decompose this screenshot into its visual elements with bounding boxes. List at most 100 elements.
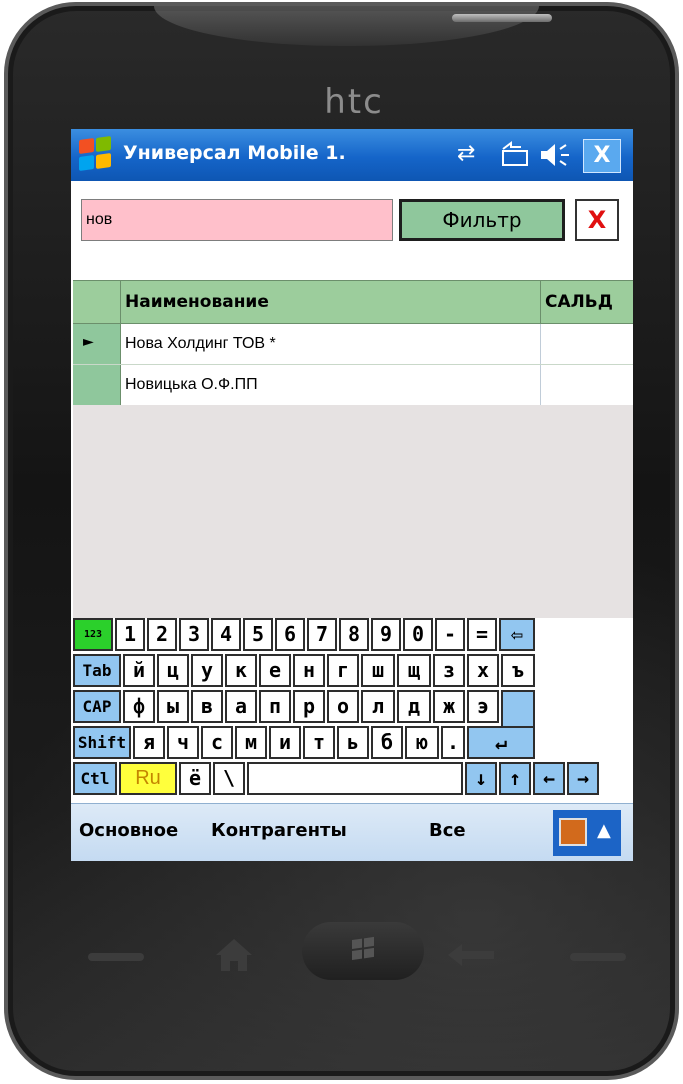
key-letter[interactable]: к xyxy=(225,654,257,687)
menu-item-kontragenty[interactable]: Контрагенты xyxy=(211,820,347,841)
row-selector[interactable] xyxy=(73,365,121,405)
key-caps-lock[interactable]: CAP xyxy=(73,690,121,723)
earpiece-slot xyxy=(452,14,552,22)
key-letter[interactable]: о xyxy=(327,690,359,723)
filter-button[interactable]: Фильтр xyxy=(399,199,565,241)
column-header-name[interactable]: Наименование xyxy=(121,281,541,323)
row-name-cell[interactable]: Новицька О.Ф.ПП xyxy=(121,365,541,405)
key-letter[interactable]: ы xyxy=(157,690,189,723)
windows-flag-icon xyxy=(352,936,374,960)
key-6[interactable]: 6 xyxy=(275,618,305,651)
key-shift[interactable]: Shift xyxy=(73,726,131,759)
menu-item-vse[interactable]: Все xyxy=(429,820,466,841)
key-period[interactable]: . xyxy=(441,726,465,759)
menu-bar: Основное Контрагенты Все ▲ xyxy=(71,803,633,861)
sync-icon[interactable] xyxy=(499,141,533,169)
back-button-icon[interactable] xyxy=(446,940,496,970)
key-letter[interactable]: э xyxy=(467,690,499,723)
input-panel-button[interactable]: ▲ xyxy=(553,810,621,856)
key-7[interactable]: 7 xyxy=(307,618,337,651)
key-language[interactable]: Ru xyxy=(119,762,177,795)
key-backslash[interactable]: \ xyxy=(213,762,245,795)
key-letter[interactable]: ъ xyxy=(501,654,535,687)
key-5[interactable]: 5 xyxy=(243,618,273,651)
keyboard-row-2: Tab й ц у к е н г ш щ з х ъ xyxy=(71,654,633,689)
connectivity-icon[interactable]: ⇄ xyxy=(457,139,475,169)
key-letter[interactable]: ж xyxy=(433,690,465,723)
key-arrow-left[interactable]: ← xyxy=(533,762,565,795)
key-space[interactable] xyxy=(247,762,463,795)
key-8[interactable]: 8 xyxy=(339,618,369,651)
key-9[interactable]: 9 xyxy=(371,618,401,651)
key-equals[interactable]: = xyxy=(467,618,497,651)
key-letter[interactable]: й xyxy=(123,654,155,687)
key-letter[interactable]: г xyxy=(327,654,359,687)
key-3[interactable]: 3 xyxy=(179,618,209,651)
key-letter[interactable]: щ xyxy=(397,654,431,687)
filter-input[interactable]: нов xyxy=(81,199,393,241)
keyboard-row-numbers: 123 1 2 3 4 5 6 7 8 9 0 - = ⇦ xyxy=(71,618,633,653)
key-letter[interactable]: ё xyxy=(179,762,211,795)
call-button-icon[interactable] xyxy=(88,947,148,967)
key-letter[interactable]: ц xyxy=(157,654,189,687)
key-4[interactable]: 4 xyxy=(211,618,241,651)
key-letter[interactable]: у xyxy=(191,654,223,687)
key-letter[interactable]: и xyxy=(269,726,301,759)
menu-item-osnovnoe[interactable]: Основное xyxy=(79,820,178,841)
row-saldo-cell[interactable] xyxy=(541,324,633,364)
table-row[interactable]: ► Нова Холдинг ТОВ * xyxy=(73,324,633,365)
keyboard-row-4: Shift я ч с м и т ь б ю . ↵ xyxy=(71,726,633,761)
clear-filter-button[interactable]: X xyxy=(575,199,619,241)
key-letter[interactable]: ч xyxy=(167,726,199,759)
keyboard-row-3: CAP ф ы в а п р о л д ж э xyxy=(71,690,633,759)
key-letter[interactable]: л xyxy=(361,690,395,723)
key-arrow-right[interactable]: → xyxy=(567,762,599,795)
row-name-cell[interactable]: Нова Холдинг ТОВ * xyxy=(121,324,541,364)
grid-header: Наименование САЛЬД xyxy=(73,280,633,324)
key-letter[interactable]: ь xyxy=(337,726,369,759)
windows-start-icon[interactable] xyxy=(77,135,113,173)
close-icon[interactable]: X xyxy=(583,139,621,173)
key-letter[interactable]: б xyxy=(371,726,403,759)
row-saldo-cell[interactable] xyxy=(541,365,633,405)
key-letter[interactable]: д xyxy=(397,690,431,723)
key-2[interactable]: 2 xyxy=(147,618,177,651)
key-letter[interactable]: я xyxy=(133,726,165,759)
key-minus[interactable]: - xyxy=(435,618,465,651)
windows-hardware-button[interactable] xyxy=(302,922,424,980)
earpiece-speaker xyxy=(154,6,539,46)
end-call-button-icon[interactable] xyxy=(570,947,630,967)
table-row[interactable]: Новицька О.Ф.ПП xyxy=(73,365,633,406)
key-letter[interactable]: х xyxy=(467,654,499,687)
key-letter[interactable]: ф xyxy=(123,690,155,723)
key-letter[interactable]: п xyxy=(259,690,291,723)
brand-logo: htc xyxy=(324,82,384,122)
grid-header-selector xyxy=(73,281,121,323)
key-letter[interactable]: е xyxy=(259,654,291,687)
key-letter[interactable]: т xyxy=(303,726,335,759)
key-letter[interactable]: м xyxy=(235,726,267,759)
key-letter[interactable]: с xyxy=(201,726,233,759)
keyboard-icon xyxy=(559,818,587,846)
key-letter[interactable]: а xyxy=(225,690,257,723)
key-backspace[interactable]: ⇦ xyxy=(499,618,535,651)
key-letter[interactable]: з xyxy=(433,654,465,687)
key-1[interactable]: 1 xyxy=(115,618,145,651)
key-letter[interactable]: ю xyxy=(405,726,439,759)
device-screen: Универсал Mobile 1. ⇄ X нов Фильтр X Наи… xyxy=(71,129,633,861)
key-letter[interactable]: р xyxy=(293,690,325,723)
key-tab[interactable]: Tab xyxy=(73,654,121,687)
key-enter[interactable]: ↵ xyxy=(467,726,535,759)
column-header-saldo[interactable]: САЛЬД xyxy=(541,281,633,323)
volume-icon[interactable] xyxy=(539,141,573,169)
key-arrow-down[interactable]: ↓ xyxy=(465,762,497,795)
key-numeric-mode[interactable]: 123 xyxy=(73,618,113,651)
key-0[interactable]: 0 xyxy=(403,618,433,651)
key-letter[interactable]: ш xyxy=(361,654,395,687)
home-button-icon[interactable] xyxy=(214,937,254,973)
key-arrow-up[interactable]: ↑ xyxy=(499,762,531,795)
key-ctrl[interactable]: Ctl xyxy=(73,762,117,795)
key-letter[interactable]: в xyxy=(191,690,223,723)
row-selector-indicator: ► xyxy=(73,324,121,364)
key-letter[interactable]: н xyxy=(293,654,325,687)
